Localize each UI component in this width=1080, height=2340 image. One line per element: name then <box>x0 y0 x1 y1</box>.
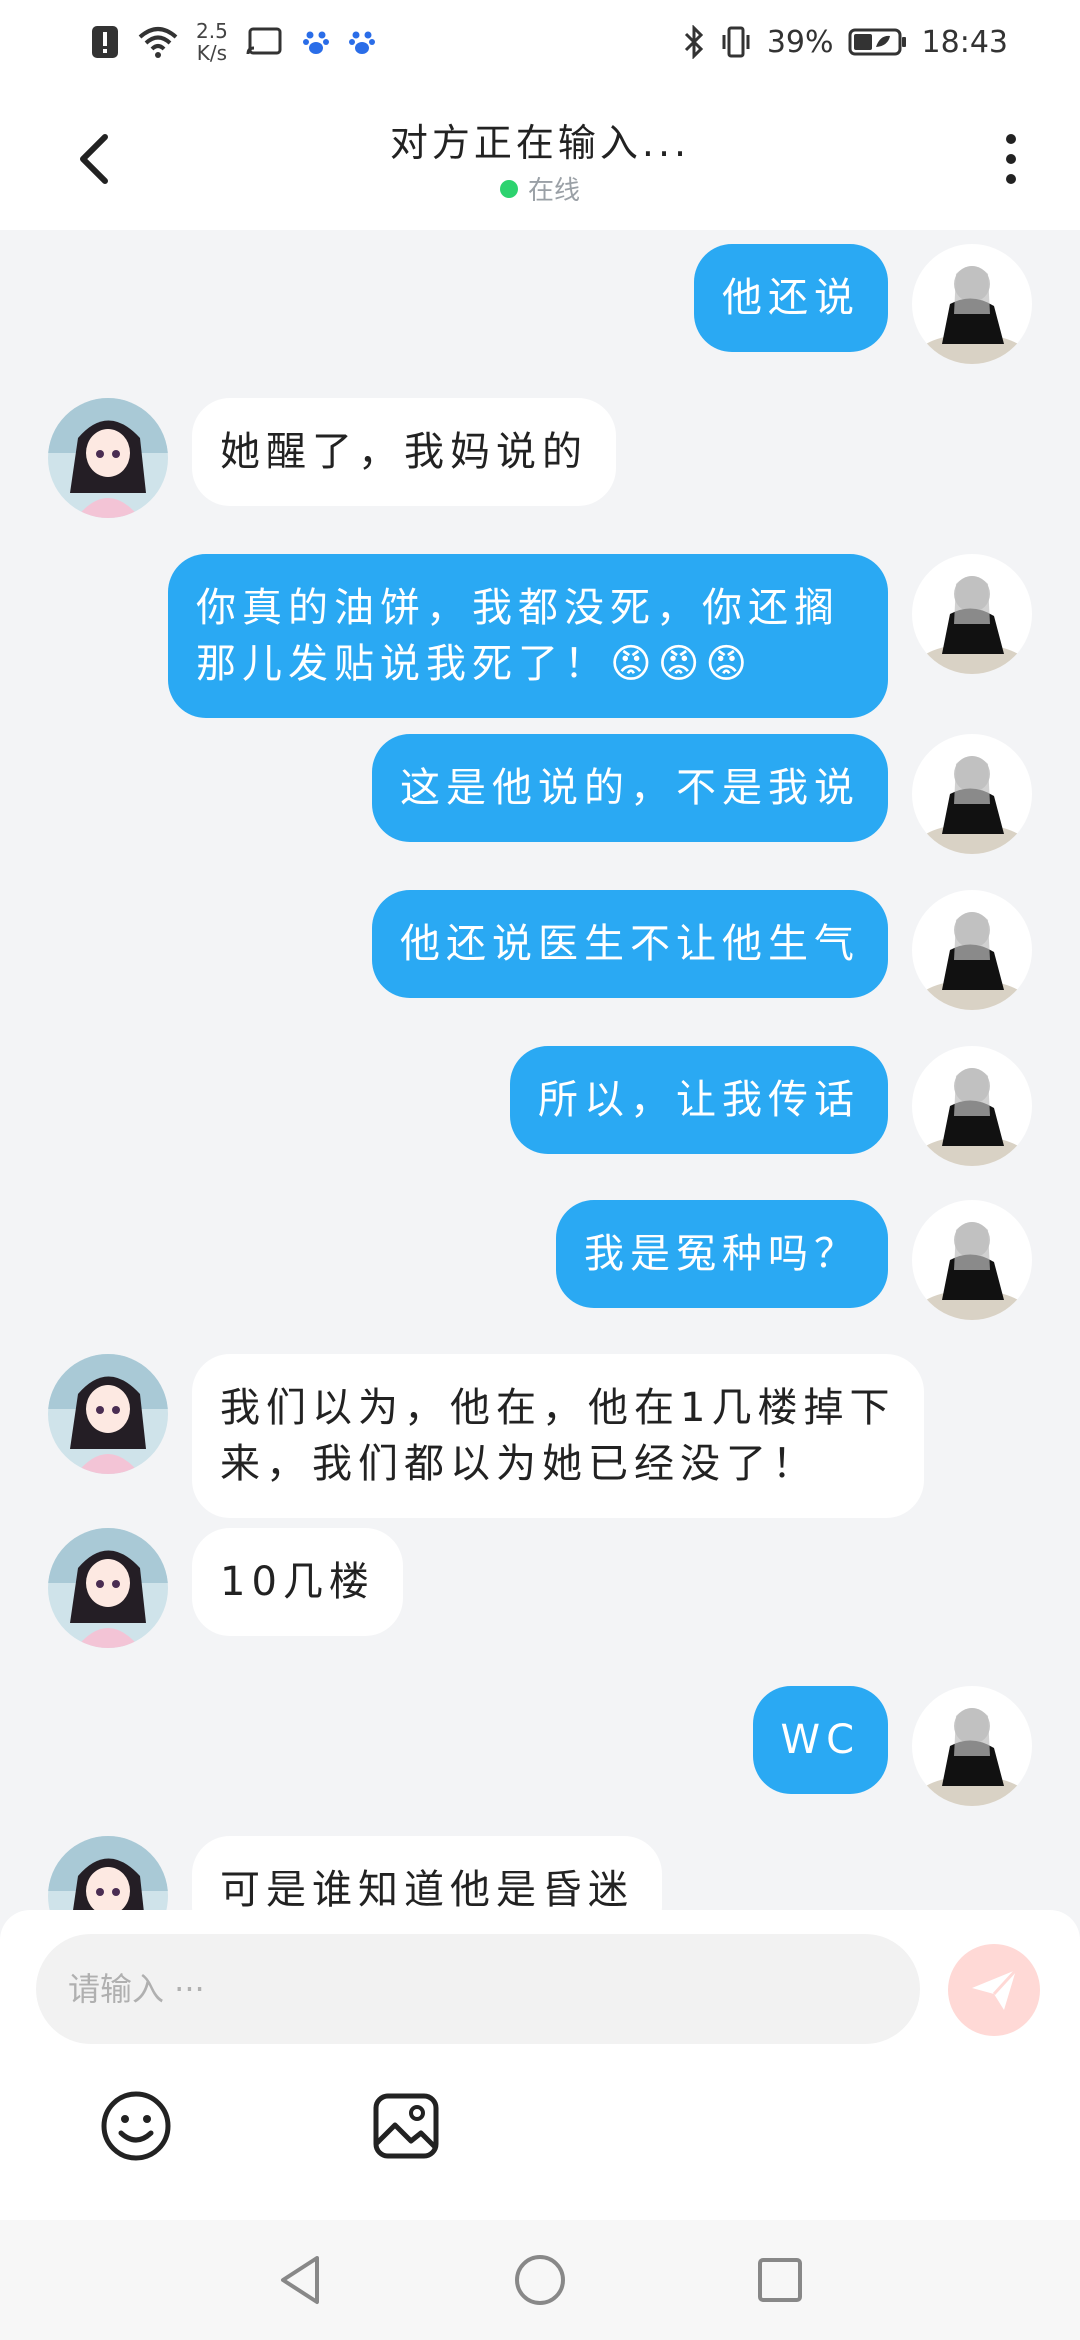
paw-icon <box>348 31 375 54</box>
my-avatar[interactable] <box>912 244 1032 364</box>
more-vertical-icon <box>1006 174 1016 184</box>
contact-avatar[interactable] <box>48 398 168 518</box>
online-status: 在线 <box>0 170 1080 207</box>
nav-recents-button[interactable] <box>750 2250 810 2310</box>
vibrate-icon <box>722 26 750 58</box>
message-list[interactable]: 他还说 她醒了，我妈说的 你真的油饼，我都没死，你还搁那儿发贴说我死了！😡😡😡 … <box>0 230 1080 1910</box>
message-bubble[interactable]: 我们以为，他在，他在1几楼掉下来，我们都以为她已经没了！ <box>192 1354 924 1518</box>
circle-home-icon <box>515 2255 565 2305</box>
composer <box>0 1910 1080 2220</box>
message-input[interactable] <box>36 1934 920 2044</box>
status-bar: 2.5 K/s 39% 18:43 <box>0 0 1080 84</box>
paw-icon <box>302 31 329 54</box>
online-dot <box>499 179 518 198</box>
message-bubble[interactable]: 他还说医生不让他生气 <box>372 890 888 998</box>
my-avatar[interactable] <box>912 1686 1032 1806</box>
battery-percent: 39% <box>766 24 834 60</box>
square-recents-icon <box>758 2258 802 2302</box>
message-bubble[interactable]: 10几楼 <box>192 1528 403 1636</box>
image-icon <box>373 2093 439 2159</box>
my-avatar[interactable] <box>912 890 1032 1010</box>
message-outgoing: 这是他说的，不是我说 <box>372 734 1032 854</box>
online-label: 在线 <box>527 176 580 206</box>
message-incoming: 10几楼 <box>48 1528 403 1648</box>
contact-avatar[interactable] <box>48 1836 168 1910</box>
contact-avatar[interactable] <box>48 1528 168 1648</box>
message-outgoing: WC <box>752 1686 1032 1806</box>
triangle-back-icon <box>281 2256 319 2304</box>
clock: 18:43 <box>921 24 1008 60</box>
send-button[interactable] <box>948 1944 1040 2036</box>
message-incoming: 她醒了，我妈说的 <box>48 398 616 518</box>
message-outgoing: 你真的油饼，我都没死，你还搁那儿发贴说我死了！😡😡😡 <box>168 554 1032 718</box>
message-bubble[interactable]: 我是冤种吗？ <box>556 1200 888 1308</box>
my-avatar[interactable] <box>912 1200 1032 1320</box>
nav-back-button[interactable] <box>270 2250 330 2310</box>
my-avatar[interactable] <box>912 1046 1032 1166</box>
speed-value: 2.5 <box>196 19 228 43</box>
my-avatar[interactable] <box>912 554 1032 674</box>
send-icon <box>972 1968 1018 2010</box>
status-left-icons: 2.5 K/s <box>90 18 376 66</box>
message-bubble[interactable]: 这是他说的，不是我说 <box>372 734 888 842</box>
message-outgoing: 他还说 <box>694 244 1032 364</box>
more-button[interactable] <box>986 124 1036 194</box>
status-right-icons: 39% 18:43 <box>683 18 1008 66</box>
message-bubble[interactable]: WC <box>752 1686 888 1794</box>
message-incoming: 可是谁知道他是昏迷 <box>48 1836 662 1910</box>
system-navigation-bar <box>0 2220 1080 2340</box>
chat-header: 对方正在输入... 在线 <box>0 84 1080 230</box>
chat-title: 对方正在输入... <box>389 121 691 165</box>
message-outgoing: 我是冤种吗？ <box>556 1200 1032 1320</box>
speed-unit: K/s <box>196 41 228 65</box>
message-outgoing: 他还说医生不让他生气 <box>372 890 1032 1010</box>
message-bubble[interactable]: 他还说 <box>694 244 888 352</box>
battery-icon <box>848 28 906 56</box>
more-vertical-icon <box>1006 134 1016 144</box>
alert-icon <box>92 26 118 58</box>
more-vertical-icon <box>1006 154 1016 164</box>
bluetooth-icon <box>684 25 703 59</box>
network-speed: 2.5 K/s <box>196 20 228 64</box>
message-bubble[interactable]: 她醒了，我妈说的 <box>192 398 616 506</box>
emoji-icon <box>101 2091 171 2161</box>
message-bubble[interactable]: 可是谁知道他是昏迷 <box>192 1836 662 1910</box>
wifi-icon <box>138 27 178 58</box>
emoji-button[interactable] <box>96 2086 176 2166</box>
cast-icon <box>246 27 282 55</box>
image-button[interactable] <box>366 2086 446 2166</box>
message-bubble[interactable]: 你真的油饼，我都没死，你还搁那儿发贴说我死了！😡😡😡 <box>168 554 888 718</box>
my-avatar[interactable] <box>912 734 1032 854</box>
message-incoming: 我们以为，他在，他在1几楼掉下来，我们都以为她已经没了！ <box>48 1354 924 1518</box>
message-outgoing: 所以，让我传话 <box>510 1046 1032 1166</box>
message-bubble[interactable]: 所以，让我传话 <box>510 1046 888 1154</box>
contact-avatar[interactable] <box>48 1354 168 1474</box>
nav-home-button[interactable] <box>510 2250 570 2310</box>
